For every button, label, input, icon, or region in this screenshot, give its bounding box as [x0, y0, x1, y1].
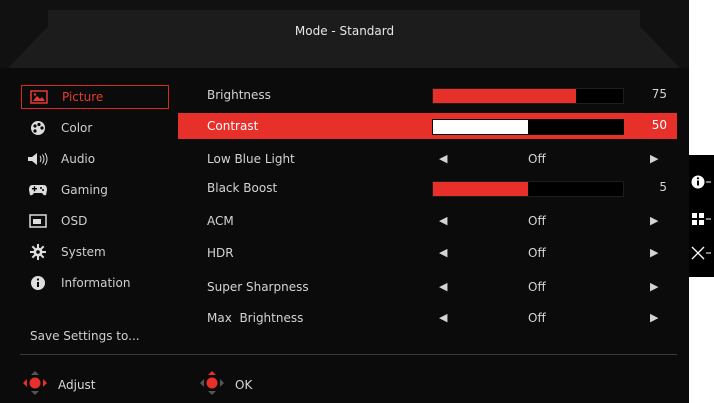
osd-window-icon: [27, 214, 49, 228]
setting-brightness[interactable]: Brightness 75: [178, 82, 677, 108]
menu-item-label: System: [61, 245, 106, 259]
menu-item-osd[interactable]: OSD: [21, 209, 169, 233]
menu-item-label: Color: [61, 121, 93, 135]
info-icon[interactable]: [691, 172, 711, 192]
speaker-icon: [27, 152, 49, 166]
arrow-right-icon[interactable]: ▶: [650, 311, 658, 324]
setting-label: Contrast: [207, 119, 259, 133]
setting-value: Off: [528, 214, 546, 228]
arrow-right-icon[interactable]: ▶: [650, 280, 658, 293]
menu-item-label: Audio: [61, 152, 96, 166]
menu-item-audio[interactable]: Audio: [21, 147, 169, 171]
title-bar: Mode - Standard: [0, 0, 689, 68]
setting-value: Off: [528, 152, 546, 166]
save-settings-button[interactable]: Save Settings to...: [30, 329, 140, 343]
menu-item-label: Gaming: [61, 183, 108, 197]
menu-item-label: Information: [61, 276, 131, 290]
picture-icon: [28, 90, 50, 104]
setting-label: Max Brightness: [207, 311, 304, 325]
side-hotkey-strip: [689, 155, 714, 277]
setting-label: Low Blue Light: [207, 152, 295, 166]
menu-item-color[interactable]: Color: [21, 116, 169, 140]
slider-fill: [433, 89, 576, 103]
menu-item-system[interactable]: System: [21, 240, 169, 264]
setting-label: Black Boost: [207, 181, 278, 195]
info-icon: [27, 276, 49, 290]
footer-ok-hint: OK: [199, 370, 252, 399]
footer-label: OK: [235, 377, 253, 392]
arrow-right-icon[interactable]: ▶: [650, 246, 658, 259]
setting-value: 50: [651, 118, 667, 132]
setting-value: Off: [528, 280, 546, 294]
setting-label: Super Sharpness: [207, 280, 309, 294]
grid-icon[interactable]: [691, 209, 711, 229]
setting-value: Off: [528, 246, 546, 260]
arrow-left-icon[interactable]: ◀: [439, 280, 447, 293]
arrow-left-icon[interactable]: ◀: [439, 214, 447, 227]
setting-low-blue-light[interactable]: Low Blue Light ◀ Off ▶: [178, 146, 677, 172]
menu-item-label: Picture: [62, 90, 104, 104]
setting-label: HDR: [207, 246, 234, 260]
joystick-icon: [22, 370, 48, 399]
footer-adjust-hint: Adjust: [22, 370, 96, 399]
menu-item-label: OSD: [61, 214, 88, 228]
setting-black-boost[interactable]: Black Boost 5: [178, 175, 677, 201]
setting-max-brightness[interactable]: Max Brightness ◀ Off ▶: [178, 305, 677, 331]
brightness-slider[interactable]: [432, 88, 624, 104]
arrow-left-icon[interactable]: ◀: [439, 311, 447, 324]
setting-value: 75: [651, 87, 667, 101]
setting-acm[interactable]: ACM ◀ Off ▶: [178, 208, 677, 234]
arrow-left-icon[interactable]: ◀: [439, 246, 447, 259]
page-title: Mode - Standard: [294, 24, 395, 38]
setting-label: ACM: [207, 214, 234, 228]
menu-item-gaming[interactable]: Gaming: [21, 178, 169, 202]
slider-fill: [433, 182, 528, 196]
black-boost-slider[interactable]: [432, 181, 624, 197]
setting-contrast[interactable]: Contrast 50: [178, 113, 677, 139]
close-icon[interactable]: [691, 243, 711, 263]
contrast-slider[interactable]: [432, 119, 624, 135]
setting-super-sharpness[interactable]: Super Sharpness ◀ Off ▶: [178, 274, 677, 300]
osd-panel: Mode - Standard Picture Color Audio Gami…: [0, 0, 689, 403]
joystick-icon: [199, 370, 225, 399]
color-palette-icon: [27, 121, 49, 135]
setting-label: Brightness: [207, 88, 271, 102]
divider: [20, 354, 677, 355]
gamepad-icon: [27, 183, 49, 197]
setting-value: Off: [528, 311, 546, 325]
gear-icon: [27, 244, 49, 260]
setting-hdr[interactable]: HDR ◀ Off ▶: [178, 240, 677, 266]
slider-fill: [433, 120, 528, 134]
arrow-left-icon[interactable]: ◀: [439, 152, 447, 165]
footer-label: Adjust: [58, 377, 96, 392]
arrow-right-icon[interactable]: ▶: [650, 152, 658, 165]
menu-item-picture[interactable]: Picture: [21, 85, 169, 109]
setting-value: 5: [659, 180, 667, 194]
arrow-right-icon[interactable]: ▶: [650, 214, 658, 227]
menu-item-information[interactable]: Information: [21, 271, 169, 295]
